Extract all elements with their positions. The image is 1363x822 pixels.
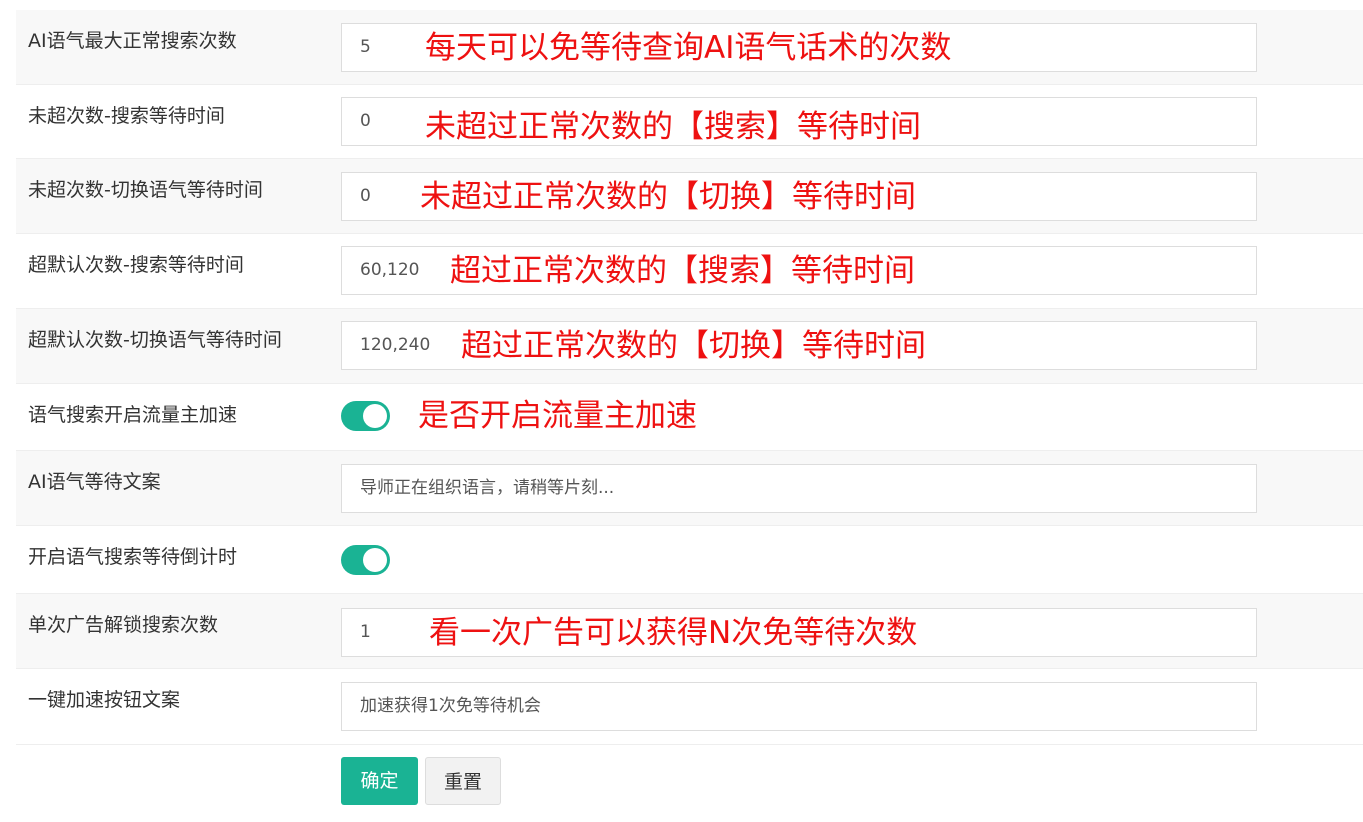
field-label: 开启语气搜索等待倒计时 (28, 546, 238, 568)
form-row-max-search-count: AI语气最大正常搜索次数 5 每天可以免等待查询AI语气话术的次数 (16, 10, 1363, 85)
switch-wait-time-input[interactable]: 0 未超过正常次数的【切换】等待时间 (341, 172, 1257, 221)
form-row-search-wait-time: 未超次数-搜索等待时间 0 未超过正常次数的【搜索】等待时间 (16, 85, 1363, 159)
search-wait-time-input[interactable]: 0 未超过正常次数的【搜索】等待时间 (341, 97, 1257, 146)
field-label: 语气搜索开启流量主加速 (28, 404, 238, 426)
input-value: 60,120 (360, 260, 420, 280)
input-value: 加速获得1次免等待机会 (360, 696, 541, 716)
over-switch-wait-time-input[interactable]: 120,240 超过正常次数的【切换】等待时间 (341, 321, 1257, 370)
field-label: 一键加速按钮文案 (28, 689, 181, 711)
field-label: AI语气最大正常搜索次数 (28, 30, 237, 52)
input-value: 5 (360, 37, 371, 57)
boost-button-copy-input[interactable]: 加速获得1次免等待机会 (341, 682, 1257, 731)
confirm-button[interactable]: 确定 (341, 757, 418, 805)
form-row-boost-button-copy: 一键加速按钮文案 加速获得1次免等待机会 (16, 669, 1363, 745)
form-row-over-switch-wait-time: 超默认次数-切换语气等待时间 120,240 超过正常次数的【切换】等待时间 (16, 309, 1363, 384)
max-search-count-input[interactable]: 5 每天可以免等待查询AI语气话术的次数 (341, 23, 1257, 72)
annotation-note: 超过正常次数的【搜索】等待时间 (450, 253, 915, 289)
form-row-over-search-wait-time: 超默认次数-搜索等待时间 60,120 超过正常次数的【搜索】等待时间 (16, 234, 1363, 309)
ad-unlock-count-input[interactable]: 1 看一次广告可以获得N次免等待次数 (341, 608, 1257, 657)
annotation-note: 每天可以免等待查询AI语气话术的次数 (425, 30, 952, 66)
field-label: 单次广告解锁搜索次数 (28, 614, 219, 636)
annotation-note: 未超过正常次数的【搜索】等待时间 (425, 109, 921, 145)
annotation-note: 是否开启流量主加速 (418, 398, 697, 434)
toggle-knob (363, 548, 387, 572)
field-label: 未超次数-切换语气等待时间 (28, 179, 263, 201)
input-value: 导师正在组织语言，请稍等片刻... (360, 478, 615, 498)
input-value: 1 (360, 622, 371, 642)
field-label: 超默认次数-切换语气等待时间 (28, 329, 282, 351)
form-row-wait-countdown: 开启语气搜索等待倒计时 (16, 526, 1363, 594)
field-label: AI语气等待文案 (28, 471, 161, 493)
wait-countdown-toggle[interactable] (341, 545, 390, 575)
annotation-note: 未超过正常次数的【切换】等待时间 (420, 179, 916, 215)
field-label: 超默认次数-搜索等待时间 (28, 254, 244, 276)
input-value: 0 (360, 111, 371, 131)
input-value: 120,240 (360, 335, 431, 355)
form-row-traffic-boost: 语气搜索开启流量主加速 是否开启流量主加速 (16, 384, 1363, 451)
settings-form: AI语气最大正常搜索次数 5 每天可以免等待查询AI语气话术的次数 未超次数-搜… (0, 0, 1363, 822)
toggle-knob (363, 404, 387, 428)
field-label: 未超次数-搜索等待时间 (28, 105, 225, 127)
over-search-wait-time-input[interactable]: 60,120 超过正常次数的【搜索】等待时间 (341, 246, 1257, 295)
wait-copy-input[interactable]: 导师正在组织语言，请稍等片刻... (341, 464, 1257, 513)
traffic-boost-toggle[interactable] (341, 401, 390, 431)
annotation-note: 超过正常次数的【切换】等待时间 (461, 328, 926, 364)
annotation-note: 看一次广告可以获得N次免等待次数 (429, 615, 918, 651)
input-value: 0 (360, 186, 371, 206)
form-row-switch-wait-time: 未超次数-切换语气等待时间 0 未超过正常次数的【切换】等待时间 (16, 159, 1363, 234)
reset-button[interactable]: 重置 (425, 757, 501, 805)
form-row-ad-unlock-count: 单次广告解锁搜索次数 1 看一次广告可以获得N次免等待次数 (16, 594, 1363, 669)
form-row-wait-copy: AI语气等待文案 导师正在组织语言，请稍等片刻... (16, 451, 1363, 526)
